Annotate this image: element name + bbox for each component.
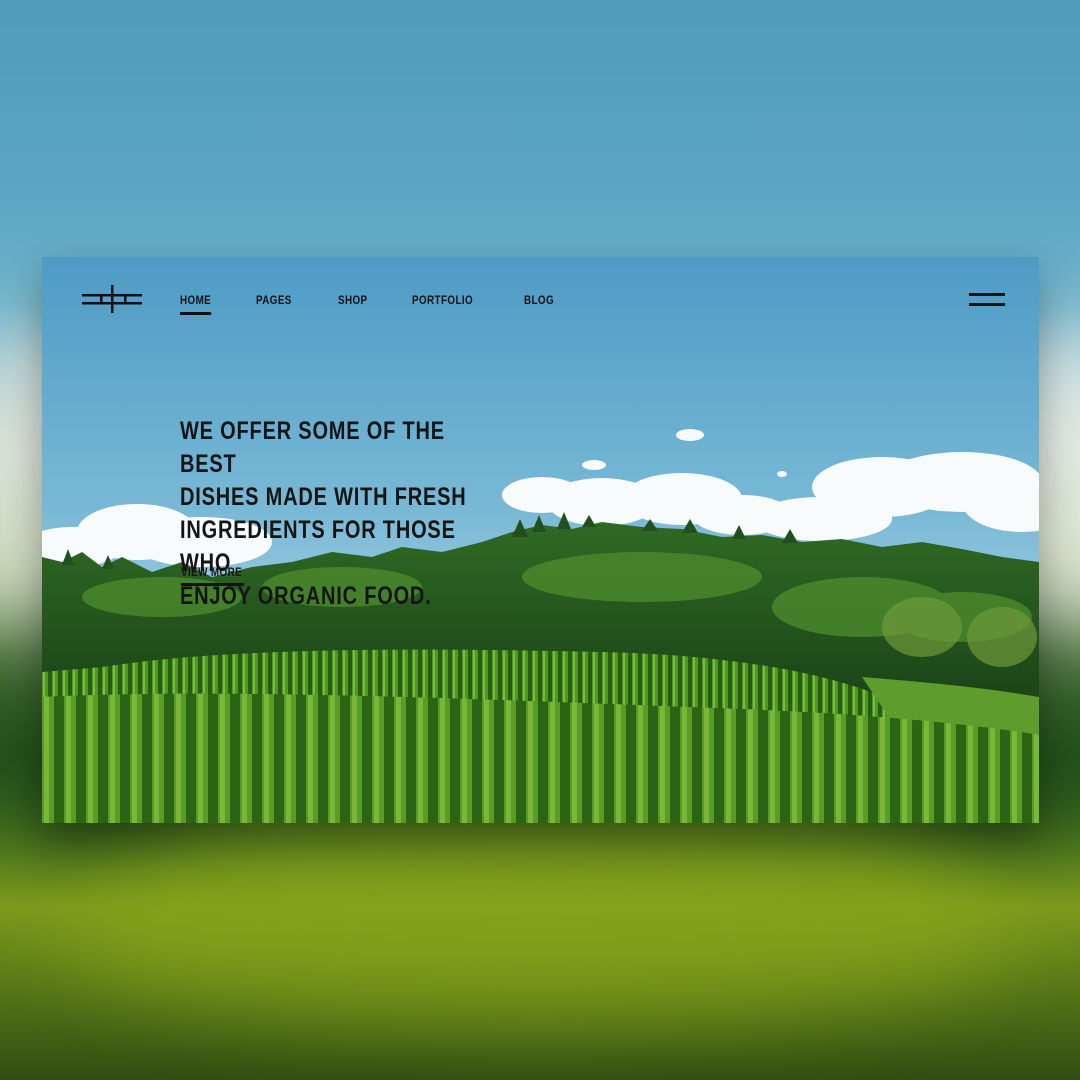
nav-item-shop[interactable]: SHOP [338, 293, 368, 307]
hamburger-menu-icon[interactable] [969, 293, 1005, 307]
nav-item-home[interactable]: HOME [180, 293, 212, 315]
view-more-link[interactable]: VIEW MORE [181, 565, 244, 586]
nav-item-portfolio[interactable]: PORTFOLIO [412, 293, 473, 307]
abstract-cross-logo-icon[interactable] [82, 283, 142, 315]
nav-item-blog[interactable]: BLOG [524, 293, 554, 307]
nav-item-pages[interactable]: PAGES [256, 293, 292, 307]
main-navigation: HOME PAGES SHOP PORTFOLIO BLOG [180, 293, 599, 315]
website-hero-card: HOME PAGES SHOP PORTFOLIO BLOG WE OFFER … [42, 257, 1039, 823]
